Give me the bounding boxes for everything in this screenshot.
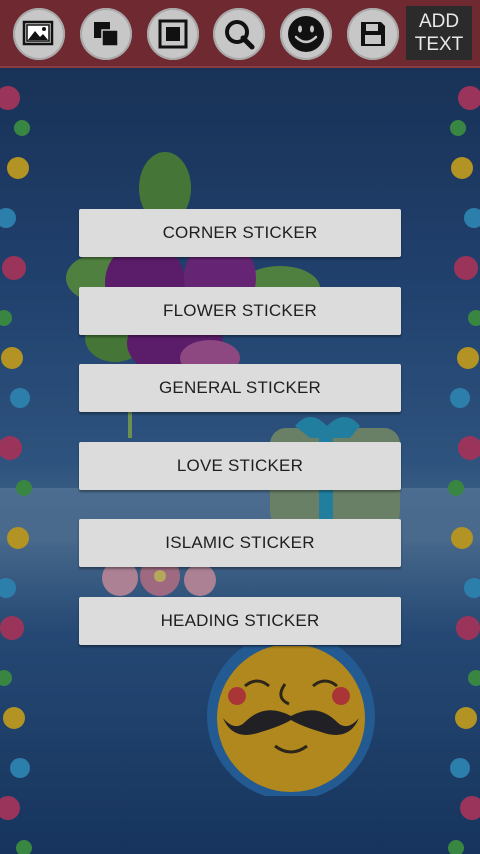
sticker-button[interactable] xyxy=(280,8,332,60)
add-text-label-line2: TEXT xyxy=(414,34,464,55)
layers-button[interactable] xyxy=(80,8,132,60)
search-zoom-icon xyxy=(225,20,255,50)
frame-icon xyxy=(158,19,188,49)
add-text-button[interactable]: ADD TEXT xyxy=(406,6,472,60)
heading-sticker-button[interactable]: HEADING STICKER xyxy=(79,597,401,645)
love-sticker-button[interactable]: LOVE STICKER xyxy=(79,442,401,490)
layers-icon xyxy=(94,22,119,47)
smiley-icon xyxy=(288,16,324,52)
top-toolbar: ADD TEXT xyxy=(0,0,480,68)
flower-sticker-button[interactable]: FLOWER STICKER xyxy=(79,287,401,335)
frame-button[interactable] xyxy=(147,8,199,60)
zoom-button[interactable] xyxy=(213,8,265,60)
add-text-label-line1: ADD xyxy=(418,11,460,32)
islamic-sticker-button[interactable]: ISLAMIC STICKER xyxy=(79,519,401,567)
gallery-icon xyxy=(22,20,54,46)
save-icon xyxy=(361,22,385,46)
corner-sticker-button[interactable]: CORNER STICKER xyxy=(79,209,401,257)
gallery-button[interactable] xyxy=(13,8,65,60)
general-sticker-button[interactable]: GENERAL STICKER xyxy=(79,364,401,412)
save-button[interactable] xyxy=(347,8,399,60)
